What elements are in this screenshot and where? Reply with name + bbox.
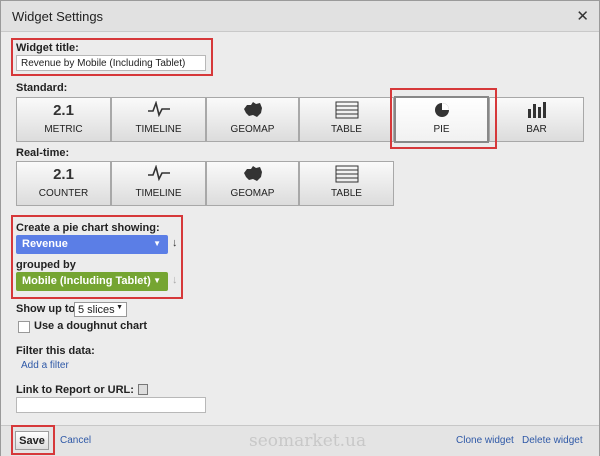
info-icon [138,384,148,395]
standard-label: Standard: [16,82,68,94]
widget-title-label: Widget title: [16,42,79,54]
grouped-by-label: grouped by [16,259,76,271]
geomap-icon [207,165,298,185]
slices-select-value: 5 slices [78,304,115,316]
chevron-down-icon: ▼ [153,239,161,248]
tile-timeline[interactable]: TIMELINE [111,97,206,142]
tile-bar-label: BAR [526,124,547,135]
table-icon [300,101,393,121]
link-report-label: Link to Report or URL: [16,384,134,396]
table-icon [300,165,393,185]
chevron-down-icon: ▼ [153,276,161,285]
chevron-down-icon: ▼ [116,304,123,311]
realtime-label: Real-time: [16,147,70,159]
tile-rt-table[interactable]: TABLE [299,161,394,206]
tile-counter[interactable]: 2.1 COUNTER [16,161,111,206]
widget-settings-dialog: Widget Settings ✕ Widget title: Standard… [0,0,600,456]
tile-timeline-label: TIMELINE [135,124,182,135]
tile-rt-table-label: TABLE [331,188,362,199]
geomap-icon [207,101,298,121]
tile-table[interactable]: TABLE [299,97,394,142]
delete-widget-link[interactable]: Delete widget [522,435,583,446]
show-up-to-label: Show up to [16,303,76,315]
sort-arrow-icon: ↓ [172,274,178,286]
bar-icon [490,101,583,121]
clone-widget-link[interactable]: Clone widget [456,435,514,446]
pie-showing-label: Create a pie chart showing: [16,222,160,234]
dialog-title: Widget Settings [12,9,104,24]
watermark: seomarket.ua [249,431,367,451]
metric-icon: 2.1 [53,102,74,119]
tile-bar[interactable]: BAR [489,97,584,142]
filter-label: Filter this data: [16,345,95,357]
dimension-select[interactable]: Mobile (Including Tablet) ▼ [16,272,168,291]
counter-icon: 2.1 [53,166,74,183]
tile-rt-geomap-label: GEOMAP [230,188,275,199]
sort-arrow-icon[interactable]: ↓ [172,237,178,249]
tile-metric-label: METRIC [44,124,83,135]
tile-rt-timeline-label: TIMELINE [135,188,182,199]
link-report-input[interactable] [16,397,206,413]
timeline-icon [112,164,205,185]
dimension-select-value: Mobile (Including Tablet) [22,275,151,287]
pie-tile-highlight [390,88,497,149]
doughnut-label: Use a doughnut chart [34,320,148,332]
tile-counter-label: COUNTER [38,188,89,199]
save-button-highlight [11,425,55,455]
cancel-link[interactable]: Cancel [60,435,91,446]
close-icon[interactable]: ✕ [576,7,589,25]
tile-rt-timeline[interactable]: TIMELINE [111,161,206,206]
tile-geomap[interactable]: GEOMAP [206,97,299,142]
add-filter-link[interactable]: Add a filter [21,360,69,371]
metric-select[interactable]: Revenue ▼ [16,235,168,254]
tile-rt-geomap[interactable]: GEOMAP [206,161,299,206]
tile-table-label: TABLE [331,124,362,135]
title-bar: Widget Settings ✕ [1,1,599,32]
metric-select-value: Revenue [22,238,68,250]
tile-geomap-label: GEOMAP [230,124,275,135]
widget-title-input[interactable] [16,55,206,71]
slices-select[interactable]: 5 slices ▼ [74,302,127,317]
tile-metric[interactable]: 2.1 METRIC [16,97,111,142]
timeline-icon [112,100,205,121]
doughnut-checkbox[interactable] [18,321,30,333]
